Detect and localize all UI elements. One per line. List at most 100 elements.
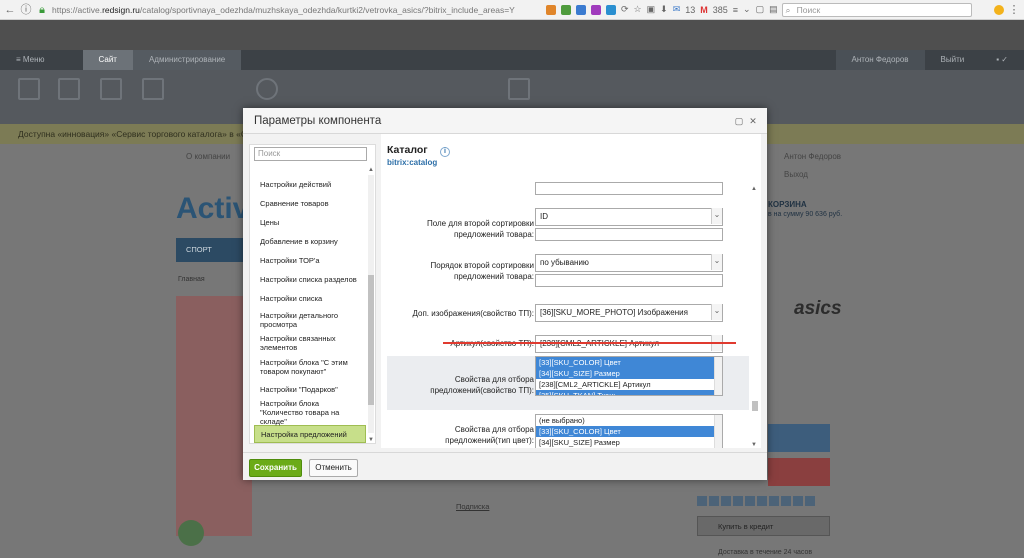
tab-site[interactable]: Сайт [82,50,133,70]
url-field[interactable]: https://active.redsign.ru/catalog/sporti… [52,3,542,17]
annotation-underline [443,342,736,344]
extension-icon[interactable] [561,4,571,15]
settings-content: Каталог i bitrix:catalog Поле для второй… [381,134,761,448]
sidebar-item[interactable]: Настройки действий [254,175,366,194]
admin-exit[interactable]: Выйти [925,50,981,70]
mail-icon[interactable]: ✉ [673,4,681,15]
menu-icon[interactable]: ≡ [733,5,738,15]
sidebar-item[interactable]: Цены [254,213,366,232]
component-params-dialog: Параметры компонента ▢ ✕ Поиск Настройки… [243,108,767,480]
delivery-text: Доставка в течение 24 часов [718,549,813,556]
site-user[interactable]: Антон Федоров [784,152,841,161]
list-option[interactable]: [34][SKU_SIZE] Размер [536,368,722,379]
order2-select[interactable]: по убыванию [535,254,723,272]
close-icon[interactable]: ✕ [747,108,759,134]
dialog-title: Параметры компонента [254,115,382,127]
sidebar-list: Настройки действий Сравнение товаров Цены Д… [254,175,366,443]
list-option[interactable]: [238][CML2_ARTICKLE] Артикул [536,379,722,390]
images-select[interactable]: [36][SKU_MORE_PHOTO] Изображения [535,304,723,322]
scroll-down-icon[interactable]: ▼ [368,437,374,443]
scroll-thumb[interactable] [368,275,374,405]
scroll-up-icon[interactable]: ▲ [751,186,757,192]
sidebar-item[interactable]: Настройки "Подарков" [254,380,366,399]
bookmarks-icon[interactable]: ▣ [647,4,656,15]
text-input[interactable] [535,182,723,195]
list-scrollbar[interactable] [714,357,722,395]
performance-icon[interactable] [508,78,530,100]
extension-icon[interactable] [606,4,616,15]
scroll-down-icon[interactable]: ▼ [751,442,757,448]
sidebar-scrollbar[interactable]: ▲ ▼ [368,167,374,443]
edit-section-icon[interactable] [142,78,164,100]
sidebar-item[interactable]: Сравнение товаров [254,194,366,213]
tab-admin[interactable]: Администрирование [132,50,242,70]
save-button[interactable]: Сохранить [249,459,302,477]
list-option[interactable]: [34][SKU_SIZE] Размер [536,437,722,448]
sidebar-item[interactable]: Настройки ТОР'а [254,251,366,270]
nav-item[interactable]: СПОРТ [186,245,212,254]
sort2-custom-input[interactable] [535,228,723,241]
offer-type-multiselect[interactable]: (не выбрано) [33][SKU_COLOR] Цвет [34][SKU… [535,414,723,448]
one-click-button[interactable] [768,458,830,486]
param-label: Свойства для отбора предложений(тип цвет… [445,425,534,445]
extension-icon[interactable] [591,4,601,15]
subscribe-link[interactable]: Подписка [456,502,489,511]
sidebar-item[interactable]: Настройки списка разделов [254,270,366,289]
sidebar-item[interactable]: Настройка предложений [254,425,366,443]
list-option[interactable]: [33][SKU_COLOR] Цвет [536,426,722,437]
list-option[interactable]: [33][SKU_COLOR] Цвет [536,357,722,368]
star-icon[interactable]: ☆ [634,4,642,15]
download-icon[interactable]: ⬇ [660,4,668,15]
list-option[interactable]: (не выбрано) [536,415,722,426]
sidebar-search-input[interactable]: Поиск [254,147,367,161]
info-icon[interactable]: i [440,147,450,157]
scroll-up-icon[interactable]: ▲ [368,167,374,173]
param-label: Свойства для отбора предложений(свойство… [430,375,534,395]
list-scrollbar[interactable] [714,415,722,448]
sidebar-item[interactable]: Настройки связанных элементов [254,332,366,354]
back-icon[interactable]: ← [4,4,16,16]
gmail-icon[interactable]: M [700,5,708,15]
content-scrollbar[interactable]: ▲ ▼ [751,186,759,448]
logout-link[interactable]: Выход [784,170,808,179]
sidebar-item[interactable]: Настройки списка [254,289,366,308]
credit-button[interactable]: Купить в кредит [697,516,830,536]
reload-icon[interactable]: ⟳ [621,4,629,15]
order2-custom-input[interactable] [535,274,723,287]
sidebar-item[interactable]: Настройки блока "С этим товаром покупают… [254,354,366,380]
info-icon[interactable]: ⓘ [20,4,32,16]
scroll-thumb[interactable] [752,401,758,411]
create-page-icon[interactable] [18,78,40,100]
refresh-cache-icon[interactable] [256,78,278,100]
chevron-down-icon[interactable]: ⌄ [743,4,751,15]
more-icon[interactable]: ⋮ [1008,4,1020,16]
browser-search-input[interactable]: Поиск [781,2,972,17]
article-select[interactable]: [238][CML2_ARTICKLE] Артикул [535,335,723,353]
magic-icon[interactable] [452,78,474,100]
breadcrumb[interactable]: Главная [178,276,205,283]
extension-icon[interactable] [546,4,556,15]
pin-icon[interactable]: ▪ ✓ [980,50,1024,70]
list-option[interactable]: [35][SKU_TKAN] Ткань [536,390,722,395]
admin-menu-button[interactable]: ≡ Меню [0,50,61,70]
extension-icon[interactable] [576,4,586,15]
screenshot-icon[interactable]: ▢ [756,4,765,15]
profile-icon[interactable] [994,4,1004,15]
reader-icon[interactable]: ▤ [769,4,778,15]
admin-user[interactable]: Антон Федоров [835,50,925,70]
cart-widget[interactable]: КОРЗИНА в на сумму 90 636 руб. [768,200,842,218]
offer-props-multiselect[interactable]: [33][SKU_COLOR] Цвет [34][SKU_SIZE] Разме… [535,356,723,396]
buy-button[interactable] [768,424,830,452]
sort2-select[interactable]: ID [535,208,723,226]
param-label: Поле для второй сортировки предложений т… [426,219,534,239]
edit-page-icon[interactable] [100,78,122,100]
params-area: Поле для второй сортировки предложений т… [387,182,749,448]
sidebar-item[interactable]: Настройки блока "Количество товара на ск… [254,399,366,426]
sidebar-item[interactable]: Настройки детального просмотра [254,308,366,332]
cancel-button[interactable]: Отменить [309,459,358,477]
sidebar-item[interactable]: Добавление в корзину [254,232,366,251]
create-section-icon[interactable] [58,78,80,100]
browser-toolbar: ← ⓘ 🔒︎ https://active.redsign.ru/catalog… [0,0,1024,20]
about-link[interactable]: О компании [186,152,230,161]
maximize-icon[interactable]: ▢ [733,108,745,134]
